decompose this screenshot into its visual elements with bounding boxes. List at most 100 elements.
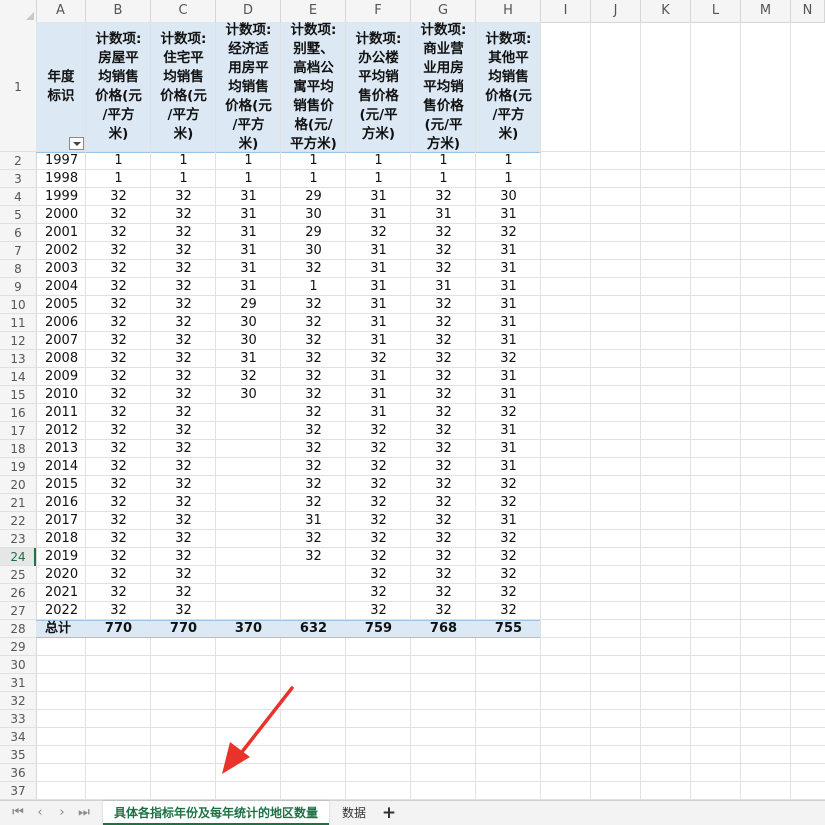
count-cell[interactable]: 32 <box>346 224 411 242</box>
count-cell[interactable]: 32 <box>476 404 541 422</box>
count-cell[interactable]: 32 <box>346 440 411 458</box>
count-cell[interactable]: 31 <box>476 458 541 476</box>
row-number-24[interactable]: 24 <box>0 548 36 566</box>
row-number-20[interactable]: 20 <box>0 476 36 494</box>
row-number-21[interactable]: 21 <box>0 494 36 512</box>
count-cell[interactable]: 31 <box>411 206 476 224</box>
count-cell[interactable]: 32 <box>151 224 216 242</box>
count-cell[interactable]: 32 <box>346 602 411 620</box>
year-label-cell[interactable]: 2003 <box>36 260 86 278</box>
count-cell[interactable]: 31 <box>346 260 411 278</box>
count-cell[interactable]: 31 <box>346 404 411 422</box>
count-cell[interactable]: 32 <box>151 278 216 296</box>
count-cell[interactable]: 32 <box>216 368 281 386</box>
count-cell[interactable]: 32 <box>281 332 346 350</box>
count-cell[interactable]: 32 <box>476 548 541 566</box>
year-label-cell[interactable]: 2002 <box>36 242 86 260</box>
count-cell[interactable]: 32 <box>86 332 151 350</box>
count-cell[interactable]: 32 <box>346 566 411 584</box>
column-letter-b[interactable]: B <box>86 0 151 22</box>
count-cell[interactable]: 32 <box>151 350 216 368</box>
row-number-35[interactable]: 35 <box>0 746 36 764</box>
count-cell[interactable]: 31 <box>476 278 541 296</box>
count-cell[interactable]: 32 <box>86 476 151 494</box>
sheet-tab-summary[interactable]: 具体各指标年份及每年统计的地区数量 <box>103 801 329 825</box>
count-cell[interactable]: 1 <box>86 170 151 188</box>
count-cell[interactable]: 1 <box>216 152 281 170</box>
row-number-16[interactable]: 16 <box>0 404 36 422</box>
count-cell[interactable]: 32 <box>86 386 151 404</box>
row-number-22[interactable]: 22 <box>0 512 36 530</box>
count-cell[interactable]: 29 <box>281 188 346 206</box>
row-number-25[interactable]: 25 <box>0 566 36 584</box>
count-cell[interactable]: 32 <box>411 530 476 548</box>
count-cell[interactable]: 32 <box>281 260 346 278</box>
count-cell[interactable]: 32 <box>86 278 151 296</box>
total-value-cell[interactable]: 770 <box>86 620 151 638</box>
count-cell[interactable]: 31 <box>346 332 411 350</box>
first-sheet-nav-icon[interactable]: ⏮ <box>8 804 28 822</box>
count-cell[interactable]: 32 <box>86 548 151 566</box>
count-cell[interactable]: 31 <box>346 314 411 332</box>
year-label-cell[interactable]: 2000 <box>36 206 86 224</box>
count-cell[interactable]: 32 <box>281 530 346 548</box>
count-cell[interactable] <box>216 512 281 530</box>
year-label-cell[interactable]: 2016 <box>36 494 86 512</box>
row-number-14[interactable]: 14 <box>0 368 36 386</box>
next-sheet-nav-icon[interactable]: › <box>52 804 72 822</box>
count-cell[interactable]: 32 <box>281 458 346 476</box>
count-cell[interactable]: 32 <box>411 296 476 314</box>
count-cell[interactable]: 32 <box>411 404 476 422</box>
count-cell[interactable] <box>216 494 281 512</box>
count-cell[interactable]: 31 <box>346 278 411 296</box>
count-cell[interactable] <box>216 548 281 566</box>
count-cell[interactable]: 32 <box>346 458 411 476</box>
count-cell[interactable] <box>216 530 281 548</box>
row-number-30[interactable]: 30 <box>0 656 36 674</box>
count-cell[interactable]: 32 <box>151 530 216 548</box>
count-cell[interactable]: 32 <box>151 512 216 530</box>
count-cell[interactable]: 32 <box>411 188 476 206</box>
row-number-37[interactable]: 37 <box>0 782 36 800</box>
row-number-26[interactable]: 26 <box>0 584 36 602</box>
count-cell[interactable]: 1 <box>281 152 346 170</box>
count-cell[interactable]: 32 <box>86 512 151 530</box>
count-cell[interactable]: 32 <box>346 476 411 494</box>
count-cell[interactable]: 31 <box>346 188 411 206</box>
row-number-6[interactable]: 6 <box>0 224 36 242</box>
row-number-2[interactable]: 2 <box>0 152 36 170</box>
count-cell[interactable]: 32 <box>151 422 216 440</box>
column-letter-i[interactable]: I <box>541 0 591 22</box>
count-cell[interactable]: 31 <box>476 260 541 278</box>
count-cell[interactable]: 31 <box>476 422 541 440</box>
count-cell[interactable]: 32 <box>476 530 541 548</box>
count-cell[interactable]: 32 <box>86 494 151 512</box>
count-cell[interactable] <box>216 422 281 440</box>
count-cell[interactable] <box>216 476 281 494</box>
count-cell[interactable]: 31 <box>476 206 541 224</box>
row-number-15[interactable]: 15 <box>0 386 36 404</box>
count-cell[interactable]: 32 <box>411 332 476 350</box>
count-cell[interactable]: 32 <box>346 512 411 530</box>
count-cell[interactable]: 31 <box>216 350 281 368</box>
row-number-4[interactable]: 4 <box>0 188 36 206</box>
count-cell[interactable]: 32 <box>411 422 476 440</box>
count-cell[interactable]: 32 <box>281 422 346 440</box>
count-cell[interactable]: 32 <box>411 512 476 530</box>
count-cell[interactable]: 32 <box>411 548 476 566</box>
count-cell[interactable]: 32 <box>411 458 476 476</box>
year-label-cell[interactable]: 2001 <box>36 224 86 242</box>
row-number-7[interactable]: 7 <box>0 242 36 260</box>
column-letter-k[interactable]: K <box>641 0 691 22</box>
count-cell[interactable]: 32 <box>86 368 151 386</box>
pivot-header-cell[interactable]: 计数项: 经济适 用房平 均销售 价格(元 /平方 米) <box>216 22 281 152</box>
row-number-11[interactable]: 11 <box>0 314 36 332</box>
row-number-9[interactable]: 9 <box>0 278 36 296</box>
row-number-31[interactable]: 31 <box>0 674 36 692</box>
count-cell[interactable]: 31 <box>346 242 411 260</box>
count-cell[interactable]: 31 <box>346 206 411 224</box>
count-cell[interactable]: 32 <box>411 260 476 278</box>
count-cell[interactable] <box>216 602 281 620</box>
count-cell[interactable]: 31 <box>476 296 541 314</box>
year-label-cell[interactable]: 2005 <box>36 296 86 314</box>
